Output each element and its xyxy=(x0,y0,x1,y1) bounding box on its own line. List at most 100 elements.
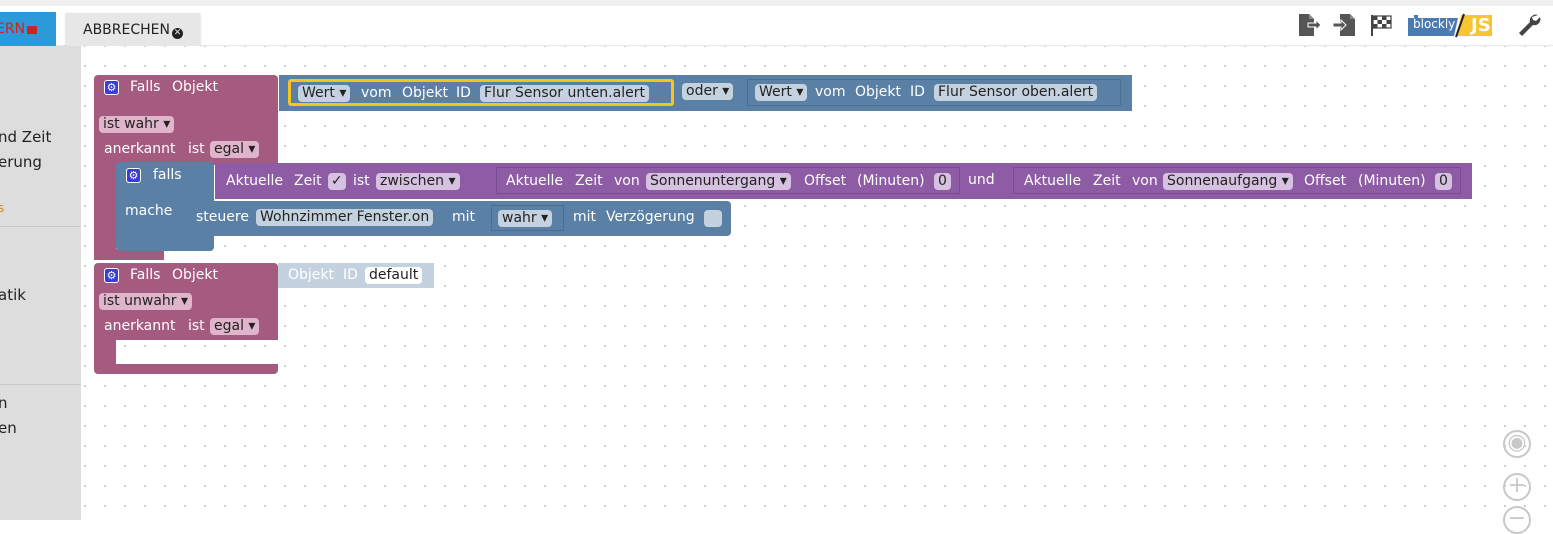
anerkannt-label: anerkannt xyxy=(104,318,176,334)
zeit-checkbox[interactable]: ✓ xyxy=(328,173,346,190)
vom-label: vom xyxy=(361,85,392,101)
close-icon: ✕ xyxy=(171,28,183,39)
zeit-label: Zeit xyxy=(294,173,322,189)
offset-label: Offset xyxy=(1304,173,1347,189)
id-label: ID xyxy=(456,85,471,101)
objekt-label: Objekt xyxy=(172,79,219,95)
minuten-label: (Minuten) xyxy=(857,173,925,189)
object-id-value: Flur Sensor oben.alert xyxy=(938,84,1094,100)
wert-dropdown[interactable]: Wert ▾ xyxy=(755,84,808,101)
boolean-block[interactable]: wahr ▾ xyxy=(491,205,564,231)
control-target-field[interactable]: Wohnzimmer Fenster.on xyxy=(256,209,434,226)
anerkannt-dropdown[interactable]: egal ▾ xyxy=(210,141,260,158)
wahr-dropdown[interactable]: wahr ▾ xyxy=(498,210,553,227)
astro-time-block-sunrise[interactable]: Aktuelle Zeit von Sonnenaufgang ▾ Offset… xyxy=(1013,167,1461,194)
object-id-value: default xyxy=(369,267,419,283)
object-id-field[interactable]: Flur Sensor unten.alert xyxy=(480,85,649,102)
toolbox-category-partial-2[interactable]: i xyxy=(0,262,1,273)
sonnenuntergang-dropdown[interactable]: Sonnenuntergang ▾ xyxy=(646,173,791,190)
anerkannt-label: anerkannt xyxy=(104,141,176,157)
ist-dropdown[interactable]: ist wahr ▾ xyxy=(99,116,175,133)
object-id-block[interactable]: Objekt ID default xyxy=(278,263,434,288)
object-id-field[interactable]: Flur Sensor oben.alert xyxy=(934,84,1098,101)
center-workspace-icon[interactable]: ◉ xyxy=(1503,430,1531,458)
objekt-label: Objekt xyxy=(855,84,902,100)
sidebar-divider xyxy=(0,384,81,385)
wert-vom-objekt-block-left[interactable]: Wert ▾ vom Objekt ID Flur Sensor unten.a… xyxy=(288,79,674,106)
ist-value: wahr xyxy=(124,116,159,132)
trigger-block-2[interactable]: ⚙ Falls Objekt xyxy=(94,263,278,286)
cancel-button-label: ABBRECHEN xyxy=(83,22,170,38)
toolbox-sidebar: nd Zeit erung s i atik n en xyxy=(0,46,81,520)
wahr-value: wahr xyxy=(502,210,537,226)
steuere-label: steuere xyxy=(196,209,249,225)
blockly-label: blockly xyxy=(1413,17,1456,31)
sonnenaufgang-dropdown[interactable]: Sonnenaufgang ▾ xyxy=(1163,173,1293,190)
toolbox-category-partial[interactable]: s xyxy=(0,201,4,215)
verzoegerung-label: Verzögerung xyxy=(606,209,695,225)
toolbox-category-steuerung[interactable]: erung xyxy=(0,153,42,171)
ist-label: ist xyxy=(353,173,370,189)
anerkannt-value: egal xyxy=(214,318,244,334)
logic-or-block[interactable]: Wert ▾ vom Objekt ID Flur Sensor unten.a… xyxy=(279,75,1132,111)
object-id-value: Flur Sensor unten.alert xyxy=(484,85,645,101)
export-icon[interactable] xyxy=(1296,12,1322,38)
mit-label-2: mit xyxy=(573,209,597,225)
blockly-workspace[interactable]: ⚙ Falls Objekt ist wahr ▾ anerkannt ist … xyxy=(81,46,1553,534)
zeit-label: Zeit xyxy=(575,173,603,189)
trigger-block-2-bottom xyxy=(94,364,278,374)
offset-value: 0 xyxy=(938,173,947,189)
wert-value: Wert xyxy=(302,85,335,101)
trigger-block-body: ist wahr ▾ anerkannt ist egal ▾ xyxy=(94,98,278,165)
save-button[interactable]: ERN xyxy=(0,12,56,46)
von-label: von xyxy=(1132,173,1158,189)
aktuelle-label: Aktuelle xyxy=(1024,173,1082,189)
offset-value: 0 xyxy=(1439,173,1448,189)
toolbox-category-partial-4[interactable]: en xyxy=(0,419,17,437)
anerkannt-value: egal xyxy=(214,141,244,157)
wert-dropdown[interactable]: Wert ▾ xyxy=(298,85,351,102)
zoom-out-icon[interactable]: − xyxy=(1503,506,1531,534)
gear-icon[interactable]: ⚙ xyxy=(126,168,141,183)
delay-checkbox[interactable] xyxy=(704,210,722,227)
control-target-value: Wohnzimmer Fenster.on xyxy=(260,209,430,225)
zwischen-value: zwischen xyxy=(380,173,445,189)
top-toolbar: ERN ABBRECHEN ✕ blockly JS xyxy=(0,0,1553,47)
und-label: und xyxy=(968,172,995,188)
offset-label: Offset xyxy=(804,173,847,189)
time-between-block[interactable]: Aktuelle Zeit ✓ ist zwischen ▾ Aktuelle … xyxy=(215,163,1472,199)
wrench-icon[interactable] xyxy=(1516,12,1542,38)
save-button-label: ERN xyxy=(0,21,26,37)
zoom-in-icon[interactable]: + xyxy=(1503,473,1531,501)
oder-dropdown[interactable]: oder ▾ xyxy=(682,83,734,100)
blockly-js-toggle-icon[interactable]: blockly JS xyxy=(1406,12,1504,38)
offset-number-field[interactable]: 0 xyxy=(1435,173,1452,190)
ist-label: ist xyxy=(103,116,120,132)
import-icon[interactable] xyxy=(1332,12,1358,38)
von-label: von xyxy=(614,173,640,189)
trigger-block[interactable]: ⚙ Falls Objekt xyxy=(94,75,278,98)
cancel-button[interactable]: ABBRECHEN ✕ xyxy=(66,13,200,47)
anerkannt-dropdown[interactable]: egal ▾ xyxy=(210,318,260,335)
toolbox-category-partial-3[interactable]: n xyxy=(0,394,8,412)
offset-number-field[interactable]: 0 xyxy=(934,173,951,190)
zwischen-dropdown[interactable]: zwischen ▾ xyxy=(376,173,460,190)
mit-label: mit xyxy=(452,209,476,225)
ist-dropdown[interactable]: ist unwahr ▾ xyxy=(99,293,193,310)
toolbox-category-datum-zeit[interactable]: nd Zeit xyxy=(0,128,51,146)
astro-time-block-sunset[interactable]: Aktuelle Zeit von Sonnenuntergang ▾ Offs… xyxy=(496,167,960,194)
wert-vom-objekt-block-right[interactable]: Wert ▾ vom Objekt ID Flur Sensor oben.al… xyxy=(747,79,1121,106)
minuten-label: (Minuten) xyxy=(1358,173,1426,189)
toolbox-category-mathematik[interactable]: atik xyxy=(0,286,26,304)
id-label: ID xyxy=(343,267,358,283)
objekt-label: Objekt xyxy=(172,267,219,283)
checkered-flag-icon[interactable] xyxy=(1368,12,1394,38)
object-id-field[interactable]: default xyxy=(365,267,423,284)
trigger-block-2-body: ist unwahr ▾ anerkannt ist egal ▾ xyxy=(94,286,278,340)
gear-icon[interactable]: ⚙ xyxy=(104,80,119,95)
control-block[interactable]: steuere Wohnzimmer Fenster.on mit wahr ▾… xyxy=(186,201,731,236)
wert-value: Wert xyxy=(759,84,792,100)
gear-icon[interactable]: ⚙ xyxy=(104,268,119,283)
falls-label: Falls xyxy=(130,79,161,95)
trigger-block-2-spine xyxy=(94,340,116,364)
